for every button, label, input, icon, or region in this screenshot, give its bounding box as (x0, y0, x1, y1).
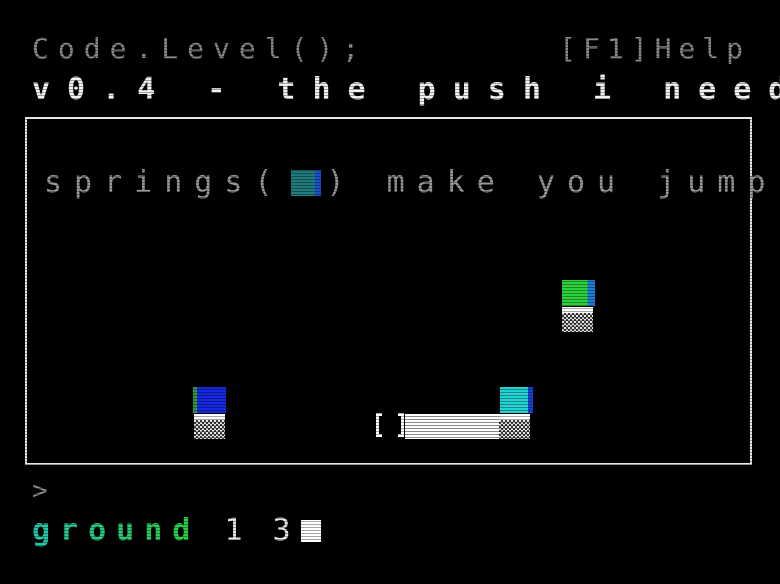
game-title: Code.Level(); (32, 32, 369, 65)
hint-text-end: ) make you jump (326, 165, 778, 200)
spring-icon (290, 170, 321, 196)
blue-block-base (194, 414, 225, 439)
green-block-base (562, 307, 593, 332)
command-arguments: 1 3 (224, 513, 297, 548)
spring-block (500, 387, 533, 413)
help-hint[interactable]: [F1]Help (559, 33, 750, 65)
command-keyword: ground (32, 513, 201, 548)
spring-block-base (499, 414, 530, 439)
level-hint: springs( ) make you jump (44, 166, 777, 200)
game-screen: Code.Level(); [F1]Help v0.4 - the push i… (0, 0, 780, 584)
level-name: v0.4 - the push i needed (32, 72, 780, 107)
command-input[interactable]: ground 1 3 (32, 514, 321, 548)
player-blue-block (193, 387, 226, 413)
hint-text-start: springs( (44, 165, 285, 200)
placement-cursor-right-bracket-icon[interactable] (398, 413, 404, 437)
placement-cursor-left-bracket-icon[interactable] (376, 413, 382, 437)
ground-platform (405, 414, 501, 439)
console-prompt: > (32, 476, 48, 506)
text-caret-icon (300, 520, 321, 542)
green-block (562, 280, 595, 306)
